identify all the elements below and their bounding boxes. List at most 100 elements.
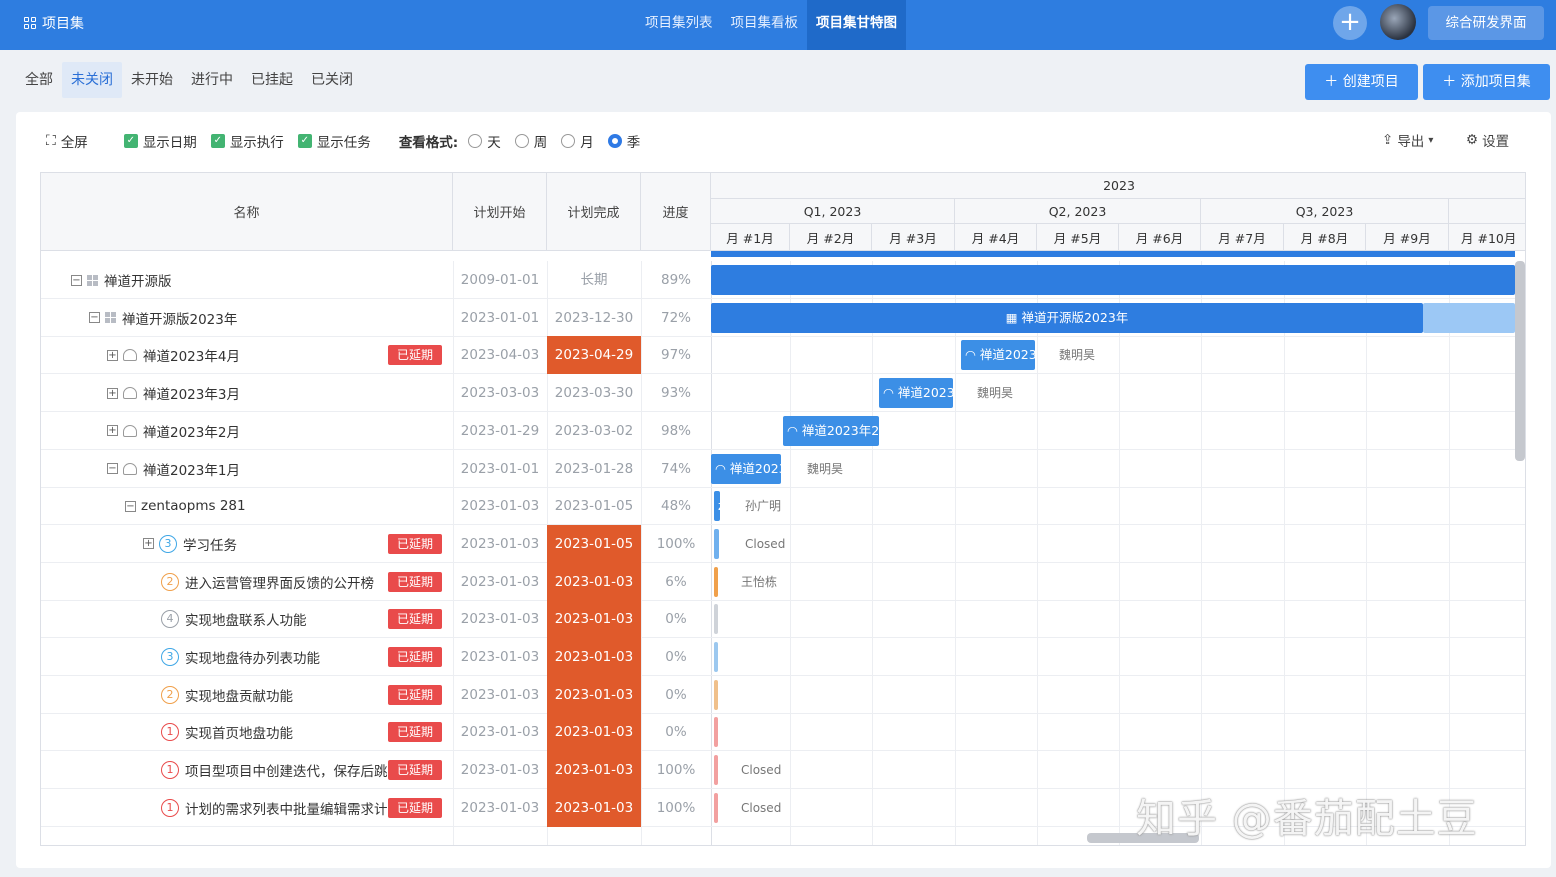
row-name-label[interactable]: zentaopms 281 [141,498,246,514]
row-name-label[interactable]: 禅道2023年4月 [143,345,240,365]
avatar[interactable] [1380,4,1416,40]
col-end-header[interactable]: 计划完成 [547,173,641,250]
export-label: 导出 [1397,134,1425,150]
filter-in-progress[interactable]: 进行中 [182,62,242,98]
row-name-label[interactable]: 计划的需求列表中批量编辑需求计 [185,798,388,818]
view-radio-week[interactable]: 周 [514,131,547,151]
row-name-label[interactable]: 实现地盘贡献功能 [185,685,293,705]
filter-closed[interactable]: 已关闭 [302,62,362,98]
row-name-cell: + 禅道2023年3月 [41,374,453,412]
settings-button[interactable]: ⚙ 设置 [1466,130,1509,150]
plan-end-cell: 2023-01-03 [547,788,641,827]
gantt-bar[interactable] [714,717,718,748]
filter-bar: 全部 未关闭 未开始 进行中 已挂起 已关闭 ＋ 创建项目 ＋ 添加项目集 [0,50,1556,112]
gantt-row[interactable]: 3 实现地盘待办列表功能 已延期 2023-01-03 2023-01-03 0% [41,638,1525,676]
row-name-label[interactable]: 实现首页地盘功能 [185,722,293,742]
gantt-bar[interactable]: ▦ 禅道开源版2023年 [711,302,1423,333]
expand-icon[interactable]: + [107,425,118,437]
gantt-bar[interactable]: ◠ 禅道2023年4月 [961,340,1035,371]
gantt-row[interactable]: + 禅道2023年2月 2023-01-29 2023-03-02 98% ◠ 禅道202… [41,412,1525,450]
gantt-row[interactable]: + 禅道2023年4月 已延期 2023-04-03 2023-04-29 97% ◠ 禅道… [41,336,1525,375]
row-name-label[interactable]: 禅道开源版 [104,270,172,290]
row-name-label[interactable]: 学习任务 [183,534,237,554]
timeline-quarter: Q1, 2023 [711,199,955,224]
fullscreen-icon: ⛶ [46,133,56,149]
plan-start-cell: 2023-01-03 [460,724,540,741]
global-add-icon[interactable]: + [1333,6,1367,40]
gantt-bar[interactable] [714,566,718,597]
tab-program-kanban[interactable]: 项目集看板 [722,0,808,50]
collapse-icon[interactable]: − [71,274,82,286]
fullscreen-toggle[interactable]: ⛶ 全屏 [46,131,88,151]
gantt-bar[interactable] [714,604,718,635]
col-progress-header[interactable]: 进度 [641,173,711,250]
create-project-button[interactable]: ＋ 创建项目 [1305,64,1418,100]
gantt-row[interactable]: −zentaopms 281 2023-01-03 2023-01-05 48% z 孙广… [41,487,1525,526]
filter-all[interactable]: 全部 [16,62,62,98]
collapse-icon[interactable]: − [89,312,100,324]
row-name-label[interactable]: 实现地盘待办列表功能 [185,647,320,667]
row-name-cell: − 禅道开源版 [41,261,453,299]
brand[interactable]: 项目集 [24,13,84,33]
row-name-label[interactable]: 禅道开源版2023年 [122,308,237,328]
tab-program-gantt[interactable]: 项目集甘特图 [807,0,906,50]
gantt-row[interactable]: 4 实现地盘联系人功能 已延期 2023-01-03 2023-01-03 0% [41,600,1525,639]
gantt-row[interactable]: − 禅道2023年1月 2023-01-01 2023-01-28 74% ◠ 禅道202… [41,450,1525,488]
show-task-checkbox[interactable]: ✓ 显示任务 [297,131,371,151]
gantt-row[interactable]: 1 实现首页地盘功能 已延期 2023-01-03 2023-01-03 0% [41,713,1525,752]
row-name-label[interactable]: 进入运营管理界面反馈的公开榜 [185,572,374,592]
progress-cell: 97% [660,347,691,364]
view-radio-month[interactable]: 月 [561,131,594,151]
checkbox-checked-icon: ✓ [297,134,312,148]
gantt-row[interactable]: 2 进入运营管理界面反馈的公开榜 已延期 2023-01-03 2023-01-03 6%… [41,562,1525,601]
workspace-switch-button[interactable]: 综合研发界面 [1428,6,1544,40]
gantt-bar[interactable] [714,792,718,823]
show-date-checkbox[interactable]: ✓ 显示日期 [123,131,197,151]
collapse-icon[interactable]: − [125,500,136,512]
execution-icon: ◠ [787,422,802,438]
expand-icon[interactable]: + [107,349,118,361]
gantt-bar[interactable] [714,642,718,672]
settings-label: 设置 [1482,134,1510,150]
gantt-row[interactable]: − 禅道开源版2023年 2023-01-01 2023-12-30 72% ▦ 禅道开源… [41,299,1525,337]
filter-unclosed[interactable]: 未关闭 [62,62,122,98]
progress-cell: 0% [665,686,687,703]
vertical-scrollbar[interactable] [1515,261,1525,461]
gantt-bar[interactable] [714,755,718,786]
gantt-bar[interactable] [711,265,1515,295]
gantt-row[interactable]: − 禅道开源版 2009-01-01 长期 89% [41,261,1525,299]
row-name-label[interactable]: 实现地盘联系人功能 [185,609,307,629]
gantt-bar[interactable] [714,679,718,710]
gantt-bar[interactable]: ◠ 禅道2023年1月 [711,453,781,484]
add-program-button[interactable]: ＋ 添加项目集 [1423,64,1550,100]
col-name-header[interactable]: 名称 [41,173,453,250]
expand-icon[interactable]: + [107,387,118,399]
program-icon [87,274,98,286]
row-name-label[interactable]: 禅道2023年3月 [143,383,240,403]
gantt-row[interactable]: 1 项目型项目中创建迭代，保存后跳 已延期 2023-01-03 2023-01-03 1… [41,751,1525,790]
row-name-label[interactable]: 禅道2023年1月 [143,459,240,479]
filter-suspended[interactable]: 已挂起 [242,62,302,98]
show-exec-checkbox[interactable]: ✓ 显示执行 [210,131,284,151]
timeline-month: 月 #3月 [872,224,955,250]
gantt-bar[interactable]: ◠ 禅道2023年3月 [879,378,953,409]
export-dropdown[interactable]: ⇪ 导出 ▾ [1382,130,1433,150]
gantt-bar[interactable] [714,528,719,559]
gantt-row[interactable]: 2 实现地盘贡献功能 已延期 2023-01-03 2023-01-03 0% [41,675,1525,714]
progress-cell: 48% [660,498,691,515]
timeline-cell: ◠ 禅道2023年4月 魏明昊 [711,336,1525,374]
row-name-label[interactable]: 禅道2023年2月 [143,421,240,441]
expand-icon[interactable]: + [143,538,154,550]
gantt-row[interactable]: +3 学习任务 已延期 2023-01-03 2023-01-05 100% Closed [41,524,1525,563]
row-name-label[interactable]: 项目型项目中创建迭代，保存后跳 [185,760,388,780]
col-start-header[interactable]: 计划开始 [453,173,547,250]
tab-program-list[interactable]: 项目集列表 [636,0,722,50]
collapse-icon[interactable]: − [107,463,118,474]
gantt-bar[interactable]: ◠ 禅道2023年2月 [783,415,879,446]
view-radio-day[interactable]: 天 [468,131,501,151]
filter-not-started[interactable]: 未开始 [122,62,182,98]
plan-start-cell: 2023-01-29 [460,422,540,439]
view-radio-quarter[interactable]: 季 [607,131,640,151]
gantt-bar[interactable]: z [714,491,720,522]
gantt-row[interactable]: + 禅道2023年3月 2023-03-03 2023-03-30 93% ◠ 禅道202… [41,374,1525,413]
